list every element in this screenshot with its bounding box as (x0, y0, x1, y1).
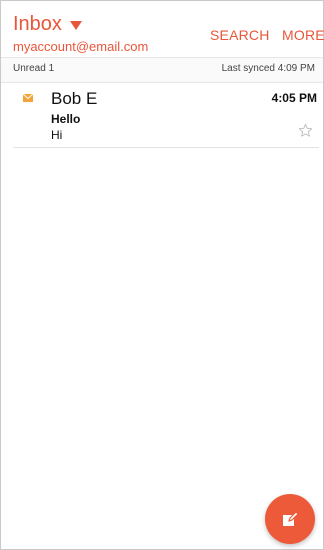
message-time: 4:05 PM (271, 91, 317, 105)
mailbox-label: Inbox (13, 13, 62, 35)
unread-count: Unread 1 (13, 63, 55, 74)
account-address: myaccount@email.com (13, 39, 149, 54)
envelope-icon (23, 94, 33, 102)
compose-button[interactable] (265, 494, 315, 544)
dropdown-caret-icon (69, 21, 82, 30)
last-synced: Last synced 4:09 PM (221, 63, 315, 74)
app-header: Inbox myaccount@email.com SEARCH MORE (1, 1, 324, 57)
sync-status-bar: Unread 1 Last synced 4:09 PM (1, 57, 323, 83)
mailbox-selector[interactable]: Inbox (13, 13, 82, 36)
star-icon[interactable] (298, 123, 313, 138)
compose-icon (283, 511, 299, 526)
email-app-window: Inbox myaccount@email.com SEARCH MORE Un… (0, 0, 324, 550)
message-sender: Bob E (51, 89, 98, 108)
more-button[interactable]: MORE (282, 27, 324, 43)
list-item[interactable]: Bob E 4:05 PM Hello Hi (13, 83, 319, 148)
message-preview: Hi (51, 128, 63, 142)
search-button[interactable]: SEARCH (210, 27, 270, 43)
message-subject: Hello (51, 112, 81, 126)
